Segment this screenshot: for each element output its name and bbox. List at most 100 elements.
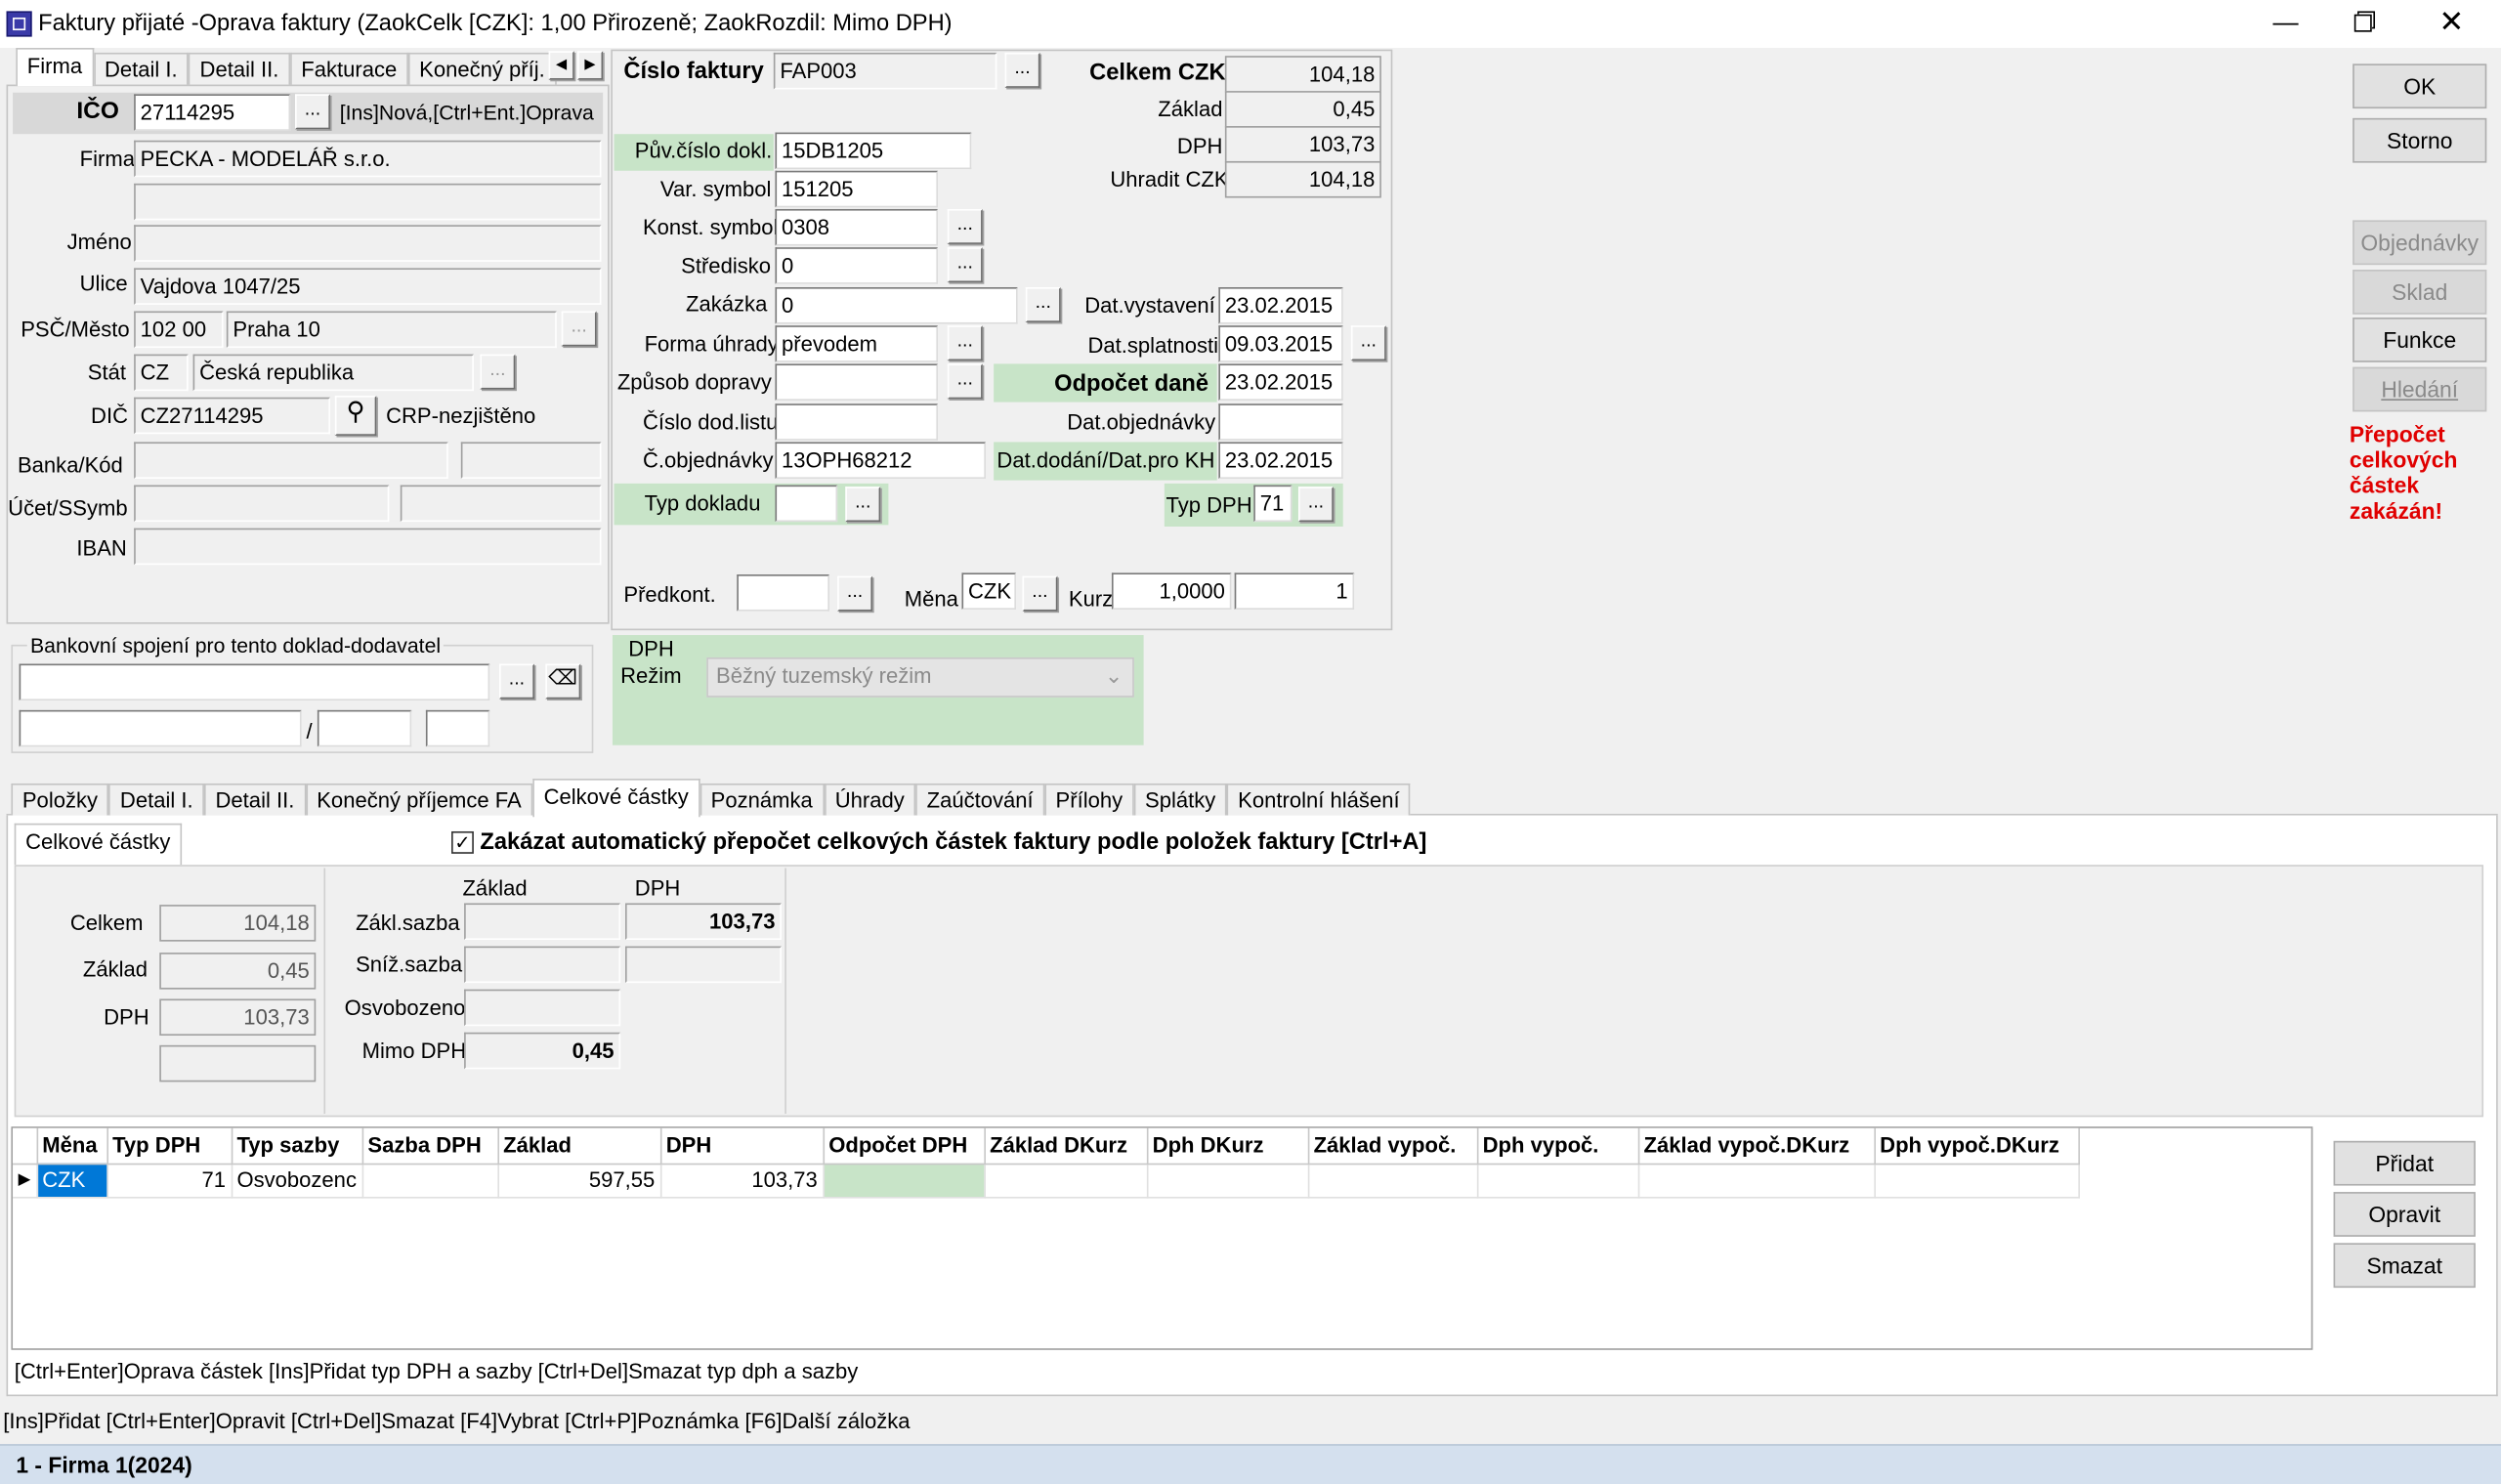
typdph-input[interactable]: 71 — [1253, 485, 1293, 523]
stat-input[interactable]: Česká republika — [192, 354, 474, 392]
cell-dph-vypoc[interactable] — [1476, 1163, 1639, 1198]
psc-input[interactable]: 102 00 — [134, 311, 224, 349]
cell-zaklad-dkurz[interactable] — [984, 1163, 1148, 1198]
konst-input[interactable]: 0308 — [775, 208, 938, 246]
tab-bottom-detail-2[interactable]: Detail II. — [204, 783, 306, 816]
cell-zaklad-vypoc[interactable] — [1307, 1163, 1478, 1198]
stredisko-lookup-button[interactable]: ... — [947, 247, 983, 283]
zakazka-lookup-button[interactable]: ... — [1025, 286, 1061, 322]
puv-input[interactable]: 15DB1205 — [775, 132, 972, 170]
cell-dph-dkurz[interactable] — [1146, 1163, 1309, 1198]
predkont-input[interactable] — [737, 573, 829, 612]
hledani-button[interactable]: Hledání — [2353, 366, 2487, 412]
cell-zaklad[interactable]: 597,55 — [497, 1163, 661, 1198]
cell-typ-dph[interactable]: 71 — [106, 1163, 233, 1198]
col-dph-vypoc-dkurz[interactable]: Dph vypoč.DKurz — [1874, 1127, 2080, 1165]
bank-number-input[interactable] — [19, 709, 302, 747]
zakazka-input[interactable]: 0 — [775, 286, 1018, 324]
mena-input[interactable]: CZK — [961, 572, 1016, 610]
zakl-sazba-dph[interactable]: 103,73 — [624, 903, 782, 941]
col-sazba-dph[interactable]: Sazba DPH — [361, 1127, 499, 1165]
smazat-button[interactable]: Smazat — [2333, 1243, 2476, 1289]
vystaveni-input[interactable]: 23.02.2015 — [1218, 286, 1343, 324]
cell-zaklad-vypoc-dkurz[interactable] — [1637, 1163, 1876, 1198]
tab-firma[interactable]: Firma — [16, 47, 94, 87]
objednavky-button[interactable]: Objednávky — [2353, 220, 2487, 266]
stat-lookup-button[interactable]: ... — [480, 354, 516, 390]
bank-extra-input[interactable] — [425, 709, 490, 747]
opravit-button[interactable]: Opravit — [2333, 1192, 2476, 1237]
bank-account-input[interactable] — [19, 663, 490, 701]
jmeno-input[interactable] — [134, 225, 602, 262]
cell-mena[interactable]: CZK — [36, 1163, 108, 1198]
cell-dph-vypoc-dkurz[interactable] — [1874, 1163, 2080, 1198]
dic-search-icon[interactable]: ⚲ — [334, 396, 377, 436]
kurz-mnozstvi-input[interactable]: 1 — [1234, 572, 1355, 610]
cislo-input[interactable]: FAP003 — [773, 52, 997, 90]
tab-poznamka[interactable]: Poznámka — [699, 783, 825, 816]
mesto-input[interactable]: Praha 10 — [226, 311, 557, 349]
col-dph[interactable]: DPH — [659, 1127, 825, 1165]
ssymb-input[interactable] — [400, 485, 602, 523]
tab-scroll-right[interactable]: ▶ — [577, 51, 604, 80]
col-zaklad-dkurz[interactable]: Základ DKurz — [984, 1127, 1148, 1165]
ico-lookup-button[interactable]: ... — [295, 94, 330, 130]
firma-input[interactable]: PECKA - MODELÁŘ s.r.o. — [134, 140, 602, 178]
cislo-lookup-button[interactable]: ... — [1004, 52, 1040, 88]
tab-zauctovani[interactable]: Zaúčtování — [915, 783, 1045, 816]
tab-detail-2[interactable]: Detail II. — [189, 52, 290, 85]
osvobozeno-zaklad[interactable] — [464, 989, 621, 1027]
tab-konecny-prijemce[interactable]: Konečný příjemce FA — [305, 783, 533, 816]
splatnosti-input[interactable]: 09.03.2015 — [1218, 325, 1343, 362]
ulice-input[interactable]: Vajdova 1047/25 — [134, 268, 602, 305]
ico-input[interactable]: 27114295 — [134, 94, 291, 131]
col-typ-dph[interactable]: Typ DPH — [106, 1127, 233, 1165]
forma-lookup-button[interactable]: ... — [947, 325, 983, 361]
storno-button[interactable]: Storno — [2353, 117, 2487, 163]
ucet-input[interactable] — [134, 485, 390, 523]
firma2-input[interactable] — [134, 183, 602, 221]
sniz-sazba-zaklad[interactable] — [464, 946, 621, 984]
col-mena[interactable]: Měna — [36, 1127, 108, 1165]
restore-icon[interactable] — [2325, 0, 2398, 48]
dic-input[interactable]: CZ27114295 — [134, 397, 330, 435]
tab-konecny-prij[interactable]: Konečný příj. — [407, 52, 557, 85]
celk-checkbox-label[interactable]: Zakázat automatický přepočet celkových č… — [480, 829, 1426, 855]
stat-code-input[interactable]: CZ — [134, 354, 189, 392]
tab-kontrolni-hlaseni[interactable]: Kontrolní hlášení — [1226, 783, 1412, 816]
col-zaklad-vypoc[interactable]: Základ vypoč. — [1307, 1127, 1478, 1165]
bank-code-input[interactable] — [317, 709, 412, 747]
doprava-input[interactable] — [775, 363, 938, 401]
bank-lookup-button[interactable]: ... — [499, 663, 534, 700]
cell-dph[interactable]: 103,73 — [659, 1163, 825, 1198]
bank-clear-icon[interactable]: ⌫ — [545, 663, 581, 700]
tab-fakturace[interactable]: Fakturace — [289, 52, 408, 85]
sklad-button[interactable]: Sklad — [2353, 270, 2487, 315]
typdokl-input[interactable] — [775, 485, 838, 523]
col-dph-vypoc[interactable]: Dph vypoč. — [1476, 1127, 1639, 1165]
cell-typ-sazby[interactable]: Osvobozenc — [231, 1163, 363, 1198]
tab-uhrady[interactable]: Úhrady — [824, 783, 916, 816]
table-row[interactable]: ▶ CZK 71 Osvobozenc 597,55 103,73 — [13, 1163, 2080, 1198]
cell-sazba[interactable] — [361, 1163, 499, 1198]
tab-polozky[interactable]: Položky — [11, 783, 109, 816]
pridat-button[interactable]: Přidat — [2333, 1140, 2476, 1186]
ok-button[interactable]: OK — [2353, 64, 2487, 109]
objednavka-input[interactable]: 13OPH68212 — [775, 442, 986, 479]
doprava-lookup-button[interactable]: ... — [947, 363, 983, 400]
cell-odpocet-dph[interactable] — [823, 1163, 986, 1198]
typdokl-lookup-button[interactable]: ... — [845, 487, 881, 523]
predkont-lookup-button[interactable]: ... — [837, 575, 873, 612]
konst-lookup-button[interactable]: ... — [947, 208, 983, 244]
minimize-icon[interactable]: — — [2249, 0, 2322, 48]
dph-rezim-select[interactable]: Běžný tuzemský režim ⌄ — [706, 657, 1134, 698]
stredisko-input[interactable]: 0 — [775, 247, 938, 284]
tab-celkove-castky[interactable]: Celkové částky — [532, 779, 700, 818]
splatnosti-lookup-button[interactable]: ... — [1350, 325, 1386, 361]
celk-subtab[interactable]: Celkové částky — [14, 823, 183, 866]
tab-splatky[interactable]: Splátky — [1133, 783, 1227, 816]
col-typ-sazby[interactable]: Typ sazby — [231, 1127, 363, 1165]
tab-scroll-left[interactable]: ◀ — [548, 51, 574, 80]
col-zaklad-vypoc-dkurz[interactable]: Základ vypoč.DKurz — [1637, 1127, 1876, 1165]
banka-input[interactable] — [134, 442, 448, 479]
